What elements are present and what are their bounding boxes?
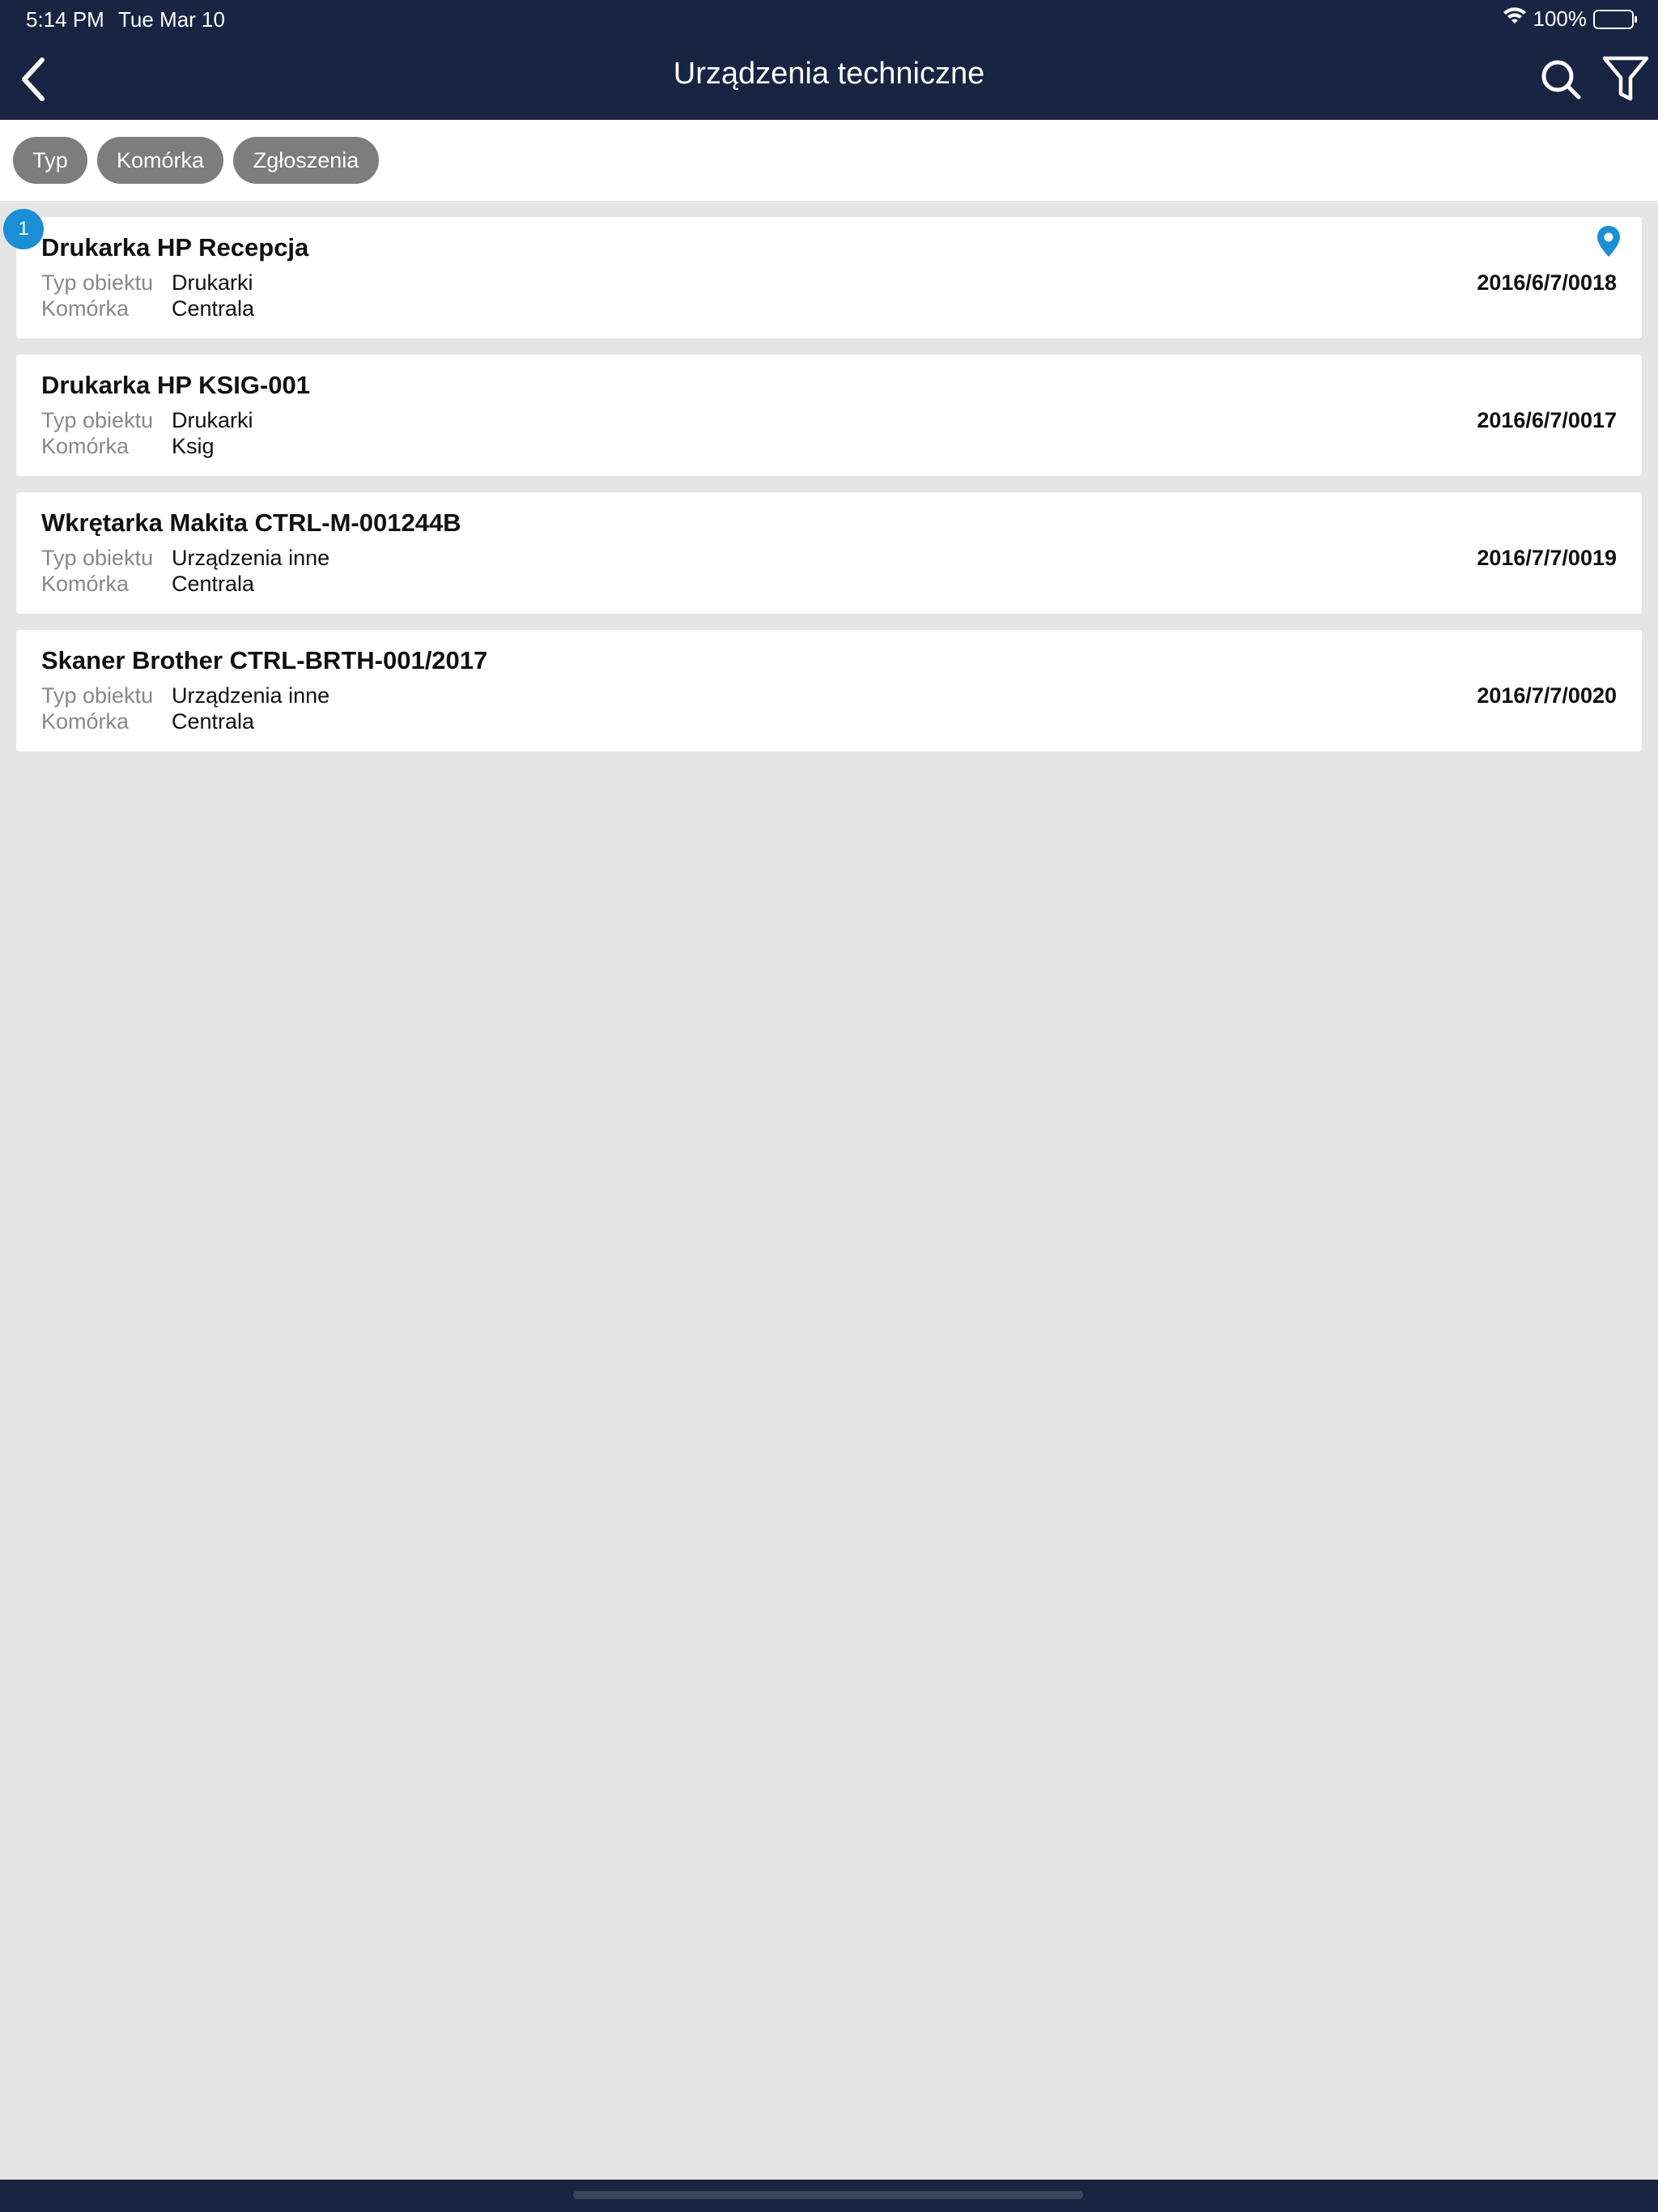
item-cell-label: Komórka <box>41 434 130 458</box>
chip-komorka[interactable]: Komórka <box>97 137 223 184</box>
item-cell-label: Komórka <box>41 572 130 596</box>
wifi-icon <box>1503 6 1527 32</box>
search-icon <box>1541 60 1581 100</box>
status-right: 100% <box>1503 6 1637 32</box>
item-type-value: Drukarki <box>172 408 253 432</box>
list-item[interactable]: Wkrętarka Makita CTRL-M-001244B Typ obie… <box>16 492 1642 614</box>
item-title: Skaner Brother CTRL-BRTH-001/2017 <box>41 646 488 674</box>
battery-icon <box>1593 9 1637 29</box>
status-date: Tue Mar 10 <box>118 7 225 32</box>
battery-percent: 100% <box>1533 6 1588 31</box>
item-type-label: Typ obiektu <box>41 408 154 432</box>
page-title: Urządzenia techniczne <box>673 57 985 91</box>
item-title: Drukarka HP Recepcja <box>41 233 309 262</box>
item-code: 2016/6/7/0018 <box>1477 270 1617 295</box>
location-pin-icon[interactable] <box>1596 225 1621 257</box>
chip-zgloszenia[interactable]: Zgłoszenia <box>233 137 379 184</box>
item-cell-value: Centrala <box>172 709 255 734</box>
status-bar: 5:14 PM Tue Mar 10 100% <box>0 0 1658 39</box>
item-title: Wkrętarka Makita CTRL-M-001244B <box>41 508 461 537</box>
chip-typ[interactable]: Typ <box>13 137 87 184</box>
home-indicator[interactable] <box>573 2191 1083 2199</box>
item-cell-label: Komórka <box>41 709 130 734</box>
item-type-value: Drukarki <box>172 270 253 295</box>
list-item[interactable]: Drukarka HP Recepcja Typ obiektu Drukark… <box>16 217 1642 338</box>
search-button[interactable] <box>1538 57 1584 102</box>
bottom-bar <box>0 2180 1658 2212</box>
item-cell-value: Ksig <box>172 434 215 458</box>
nav-bar: Urządzenia techniczne <box>0 39 1658 120</box>
item-code: 2016/7/7/0020 <box>1477 683 1617 708</box>
item-cell-value: Centrala <box>172 296 255 321</box>
count-badge: 1 <box>3 209 44 249</box>
filter-button[interactable] <box>1601 53 1650 105</box>
list-item[interactable]: Skaner Brother CTRL-BRTH-001/2017 Typ ob… <box>16 630 1642 751</box>
item-code: 2016/7/7/0019 <box>1477 546 1617 570</box>
item-type-label: Typ obiektu <box>41 683 154 708</box>
filter-icon <box>1602 56 1649 101</box>
item-cell-value: Centrala <box>172 572 255 596</box>
status-time: 5:14 PM <box>26 7 104 32</box>
item-type-label: Typ obiektu <box>41 546 154 570</box>
item-code: 2016/6/7/0017 <box>1477 408 1617 432</box>
item-type-value: Urządzenia inne <box>172 683 330 708</box>
filter-chips-bar: Typ Komórka Zgłoszenia <box>0 120 1658 201</box>
item-type-label: Typ obiektu <box>41 270 154 295</box>
item-title: Drukarka HP KSIG-001 <box>41 371 310 399</box>
list-item[interactable]: Drukarka HP KSIG-001 Typ obiektu Drukark… <box>16 355 1642 476</box>
item-type-value: Urządzenia inne <box>172 546 330 570</box>
item-cell-label: Komórka <box>41 296 130 321</box>
